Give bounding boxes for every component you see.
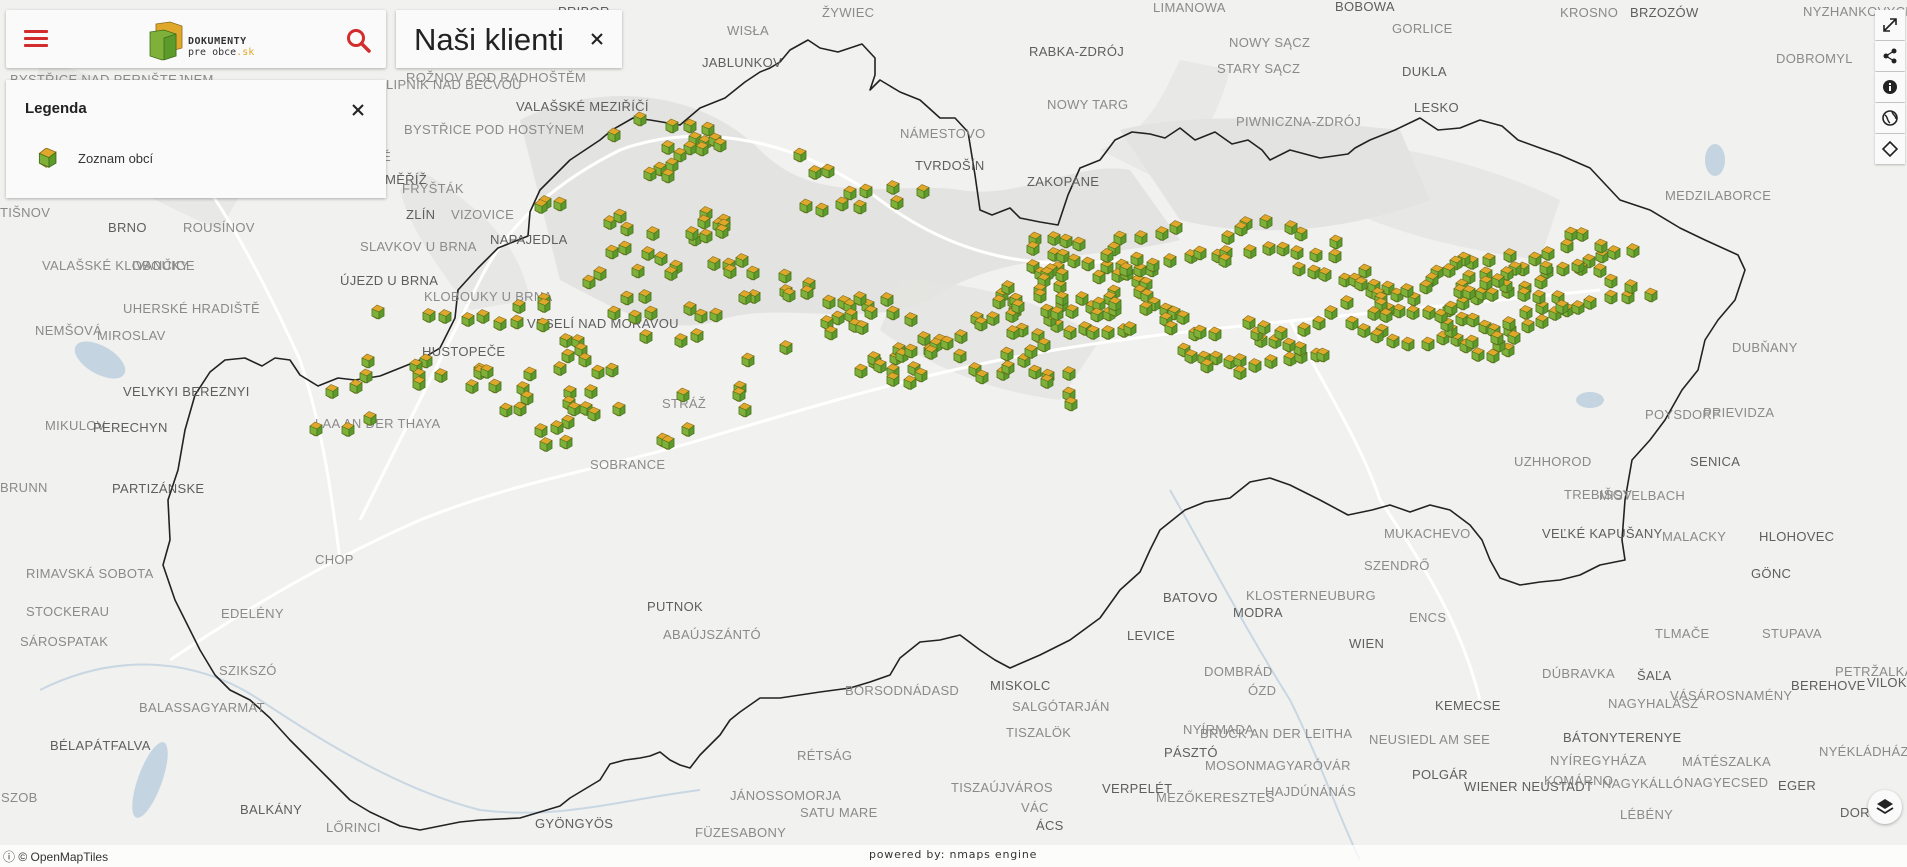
legend-item[interactable]: Zoznam obcí <box>32 148 232 170</box>
title-close-button[interactable] <box>584 26 610 52</box>
logo[interactable]: DOKUMENTY pre obce.sk <box>146 18 266 62</box>
info-icon <box>1883 80 1897 94</box>
page-title: Naši klienti <box>414 22 564 57</box>
logo-line2: pre obce <box>188 47 237 58</box>
layers-button[interactable] <box>1868 790 1902 824</box>
share-icon <box>1883 48 1897 64</box>
locate-button[interactable] <box>1875 134 1905 164</box>
menu-button[interactable] <box>20 26 52 54</box>
fullscreen-icon <box>1883 18 1897 32</box>
legend-close-button[interactable] <box>346 98 370 122</box>
header-panel: DOKUMENTY pre obce.sk <box>6 10 386 68</box>
search-button[interactable] <box>344 26 374 56</box>
search-icon <box>347 29 371 53</box>
locate-icon <box>1881 140 1899 158</box>
legend-panel: Legenda Zoznam obcí <box>6 80 386 198</box>
attribution-text[interactable]: © OpenMapTiles <box>18 850 108 864</box>
title-panel: Naši klienti <box>396 10 622 68</box>
fullscreen-button[interactable] <box>1875 10 1905 40</box>
globe-icon <box>1882 110 1898 126</box>
legend-title: Legenda <box>25 100 87 117</box>
info-button[interactable] <box>1875 72 1905 102</box>
legend-item-label: Zoznam obcí <box>78 151 154 166</box>
hamburger-menu-icon <box>24 30 48 33</box>
attribution[interactable]: ⓘ © OpenMapTiles <box>3 848 108 865</box>
close-icon <box>591 33 603 45</box>
share-button[interactable] <box>1875 41 1905 71</box>
layers-icon <box>1876 799 1894 815</box>
powered-by: powered by: nmaps engine <box>869 848 1038 861</box>
document-boxes-icon <box>149 21 183 61</box>
logo-line1: DOKUMENTY <box>188 36 247 47</box>
close-icon <box>352 104 364 116</box>
document-boxes-icon <box>38 148 57 168</box>
map-footer: ⓘ © OpenMapTiles powered by: nmaps engin… <box>0 845 1907 867</box>
globe-button[interactable] <box>1875 103 1905 133</box>
logo-suffix: .sk <box>236 47 255 58</box>
